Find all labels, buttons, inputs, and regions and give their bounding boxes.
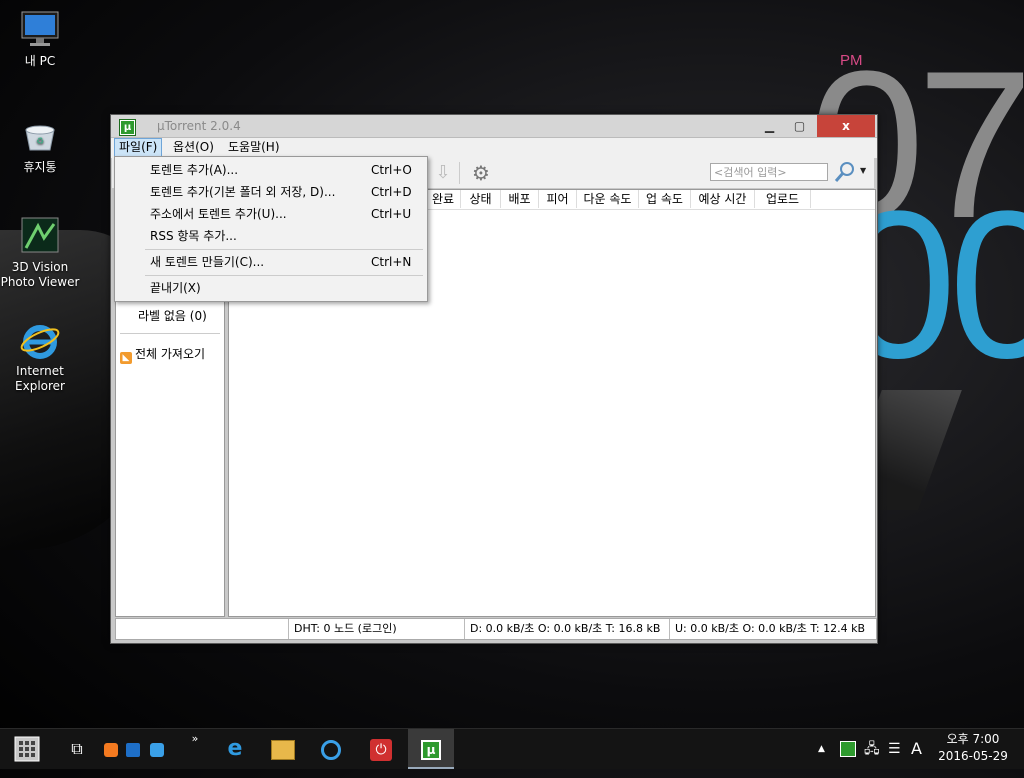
desktop-icon-label: 3D Vision Photo Viewer <box>0 260 80 289</box>
status-download: D: 0.0 kB/초 O: 0.0 kB/초 T: 16.8 kB <box>464 619 670 639</box>
desktop-icon-label: 내 PC <box>24 54 56 68</box>
clock-time: 오후 7:00 <box>946 732 1000 746</box>
menu-item-add-torrent-from-url[interactable]: 주소에서 토렌트 추가(U)... Ctrl+U <box>115 203 427 225</box>
column-header-seeds[interactable]: 배포 <box>501 190 539 208</box>
taskbar: ⧉ » e ⏻ µ ▲ 🖧 ☰ A 오후 7:00 2016-05-29 <box>0 728 1024 769</box>
sidebar-item-label: 전체 가져오기 <box>135 347 206 361</box>
search-dropdown-icon[interactable]: ▼ <box>860 166 866 175</box>
menu-item-shortcut: Ctrl+D <box>371 185 412 199</box>
desktop-icon-my-pc[interactable]: 내 PC <box>0 10 80 69</box>
utorrent-logo-icon: µ <box>119 119 136 136</box>
search-icon[interactable] <box>832 160 858 184</box>
menu-item-add-torrent-other-folder[interactable]: 토렌트 추가(기본 폴더 외 저장, D)... Ctrl+D <box>115 181 427 203</box>
menu-item-add-rss-feed[interactable]: RSS 항목 추가... <box>115 225 427 247</box>
desktop-icon-3d-vision[interactable]: 3D Vision Photo Viewer <box>0 216 80 290</box>
menu-separator <box>145 275 423 276</box>
tray-ime-indicator[interactable]: A <box>911 729 922 769</box>
window-titlebar[interactable]: µ µTorrent 2.0.4 ▁ ▢ x <box>111 115 877 137</box>
sidebar-item-rss-all[interactable]: ◣ 전체 가져오기 <box>120 345 205 364</box>
menu-help[interactable]: 도움말(H) <box>224 139 284 156</box>
status-dht: DHT: 0 노드 (로그인) <box>288 619 464 639</box>
window-title: µTorrent 2.0.4 <box>157 119 241 133</box>
preferences-gear-icon[interactable]: ⚙ <box>470 162 492 184</box>
column-header-down-speed[interactable]: 다운 속도 <box>577 190 639 208</box>
taskbar-media-player-icon[interactable] <box>314 729 348 769</box>
taskbar-power-icon[interactable]: ⏻ <box>364 729 398 769</box>
tray-action-center-icon[interactable]: ☰ <box>888 729 901 769</box>
column-header-done[interactable]: 완료 <box>426 190 461 208</box>
tray-show-hidden-icon[interactable]: ▲ <box>818 729 825 769</box>
menu-file[interactable]: 파일(F) <box>114 138 163 157</box>
start-button[interactable] <box>6 729 48 769</box>
menu-item-shortcut: Ctrl+O <box>371 163 412 177</box>
minimize-button[interactable]: ▁ <box>755 115 784 137</box>
file-menu-dropdown: 토렌트 추가(A)... Ctrl+O 토렌트 추가(기본 폴더 외 저장, D… <box>114 156 428 302</box>
start-icon <box>14 736 40 762</box>
tray-network-icon[interactable]: 🖧 <box>864 729 880 769</box>
monitor-icon <box>18 10 62 50</box>
menu-item-exit[interactable]: 끝내기(X) <box>115 277 427 299</box>
menu-item-create-torrent[interactable]: 새 토렌트 만들기(C)... Ctrl+N <box>115 251 427 273</box>
quicklaunch-app2-icon[interactable] <box>124 729 142 769</box>
status-bar: DHT: 0 노드 (로그인) D: 0.0 kB/초 O: 0.0 kB/초 … <box>115 618 877 640</box>
taskbar-utorrent-button[interactable]: µ <box>408 729 454 769</box>
menu-options[interactable]: 옵션(O) <box>169 139 218 156</box>
ie-icon <box>18 320 62 360</box>
toolbar-separator <box>459 162 460 184</box>
desktop-icon-internet-explorer[interactable]: Internet Explorer <box>0 320 80 394</box>
status-upload: U: 0.0 kB/초 O: 0.0 kB/초 T: 12.4 kB <box>669 619 875 639</box>
wallpaper-clock-ampm: PM <box>840 52 863 69</box>
column-header-status[interactable]: 상태 <box>461 190 501 208</box>
desktop-icon-label: Internet Explorer <box>15 364 65 393</box>
search-input[interactable]: <검색어 입력> <box>710 163 828 181</box>
menu-item-label: 토렌트 추가(기본 폴더 외 저장, D)... <box>150 185 336 199</box>
menu-item-shortcut: Ctrl+N <box>371 255 412 269</box>
menu-item-shortcut: Ctrl+U <box>371 207 412 221</box>
clock-date: 2016-05-29 <box>938 749 1008 763</box>
menu-item-add-torrent[interactable]: 토렌트 추가(A)... Ctrl+O <box>115 159 427 181</box>
menu-item-label: 새 토렌트 만들기(C)... <box>150 255 265 269</box>
taskbar-clock[interactable]: 오후 7:00 2016-05-29 <box>930 731 1016 765</box>
svg-text:♻: ♻ <box>36 137 44 147</box>
sidebar-divider <box>120 333 220 334</box>
sidebar-item-no-label[interactable]: 라벨 없음 (0) <box>138 307 207 324</box>
close-button[interactable]: x <box>817 115 875 137</box>
quicklaunch-teamviewer-icon[interactable] <box>148 729 166 769</box>
desktop-icon-label: 휴지통 <box>23 160 57 174</box>
quicklaunch-overflow-icon[interactable]: » <box>186 729 204 769</box>
taskbar-ie-icon[interactable]: e <box>218 729 252 769</box>
rss-icon: ◣ <box>120 352 132 364</box>
menu-item-label: 끝내기(X) <box>150 281 201 295</box>
desktop-icon-recycle-bin[interactable]: ♻ 휴지통 <box>0 116 80 175</box>
tray-utorrent-icon[interactable] <box>840 729 856 769</box>
menu-separator <box>145 249 423 250</box>
menu-bar: 파일(F) 옵션(O) 도움말(H) <box>111 137 877 158</box>
quicklaunch-app1-icon[interactable] <box>102 729 120 769</box>
menu-item-label: 토렌트 추가(A)... <box>150 163 239 177</box>
column-header-eta[interactable]: 예상 시간 <box>691 190 755 208</box>
move-down-icon[interactable]: ⇩ <box>432 163 454 183</box>
taskbar-explorer-icon[interactable] <box>266 729 300 769</box>
column-header-up-speed[interactable]: 업 속도 <box>639 190 691 208</box>
column-header-uploaded[interactable]: 업로드 <box>755 190 811 208</box>
task-view-icon[interactable]: ⧉ <box>62 729 92 769</box>
menu-item-label: 주소에서 토렌트 추가(U)... <box>150 207 287 221</box>
menu-item-label: RSS 항목 추가... <box>150 229 237 243</box>
recycle-bin-icon: ♻ <box>18 116 62 156</box>
3d-vision-icon <box>18 216 62 256</box>
column-header-peers[interactable]: 피어 <box>539 190 577 208</box>
maximize-button[interactable]: ▢ <box>785 115 814 137</box>
